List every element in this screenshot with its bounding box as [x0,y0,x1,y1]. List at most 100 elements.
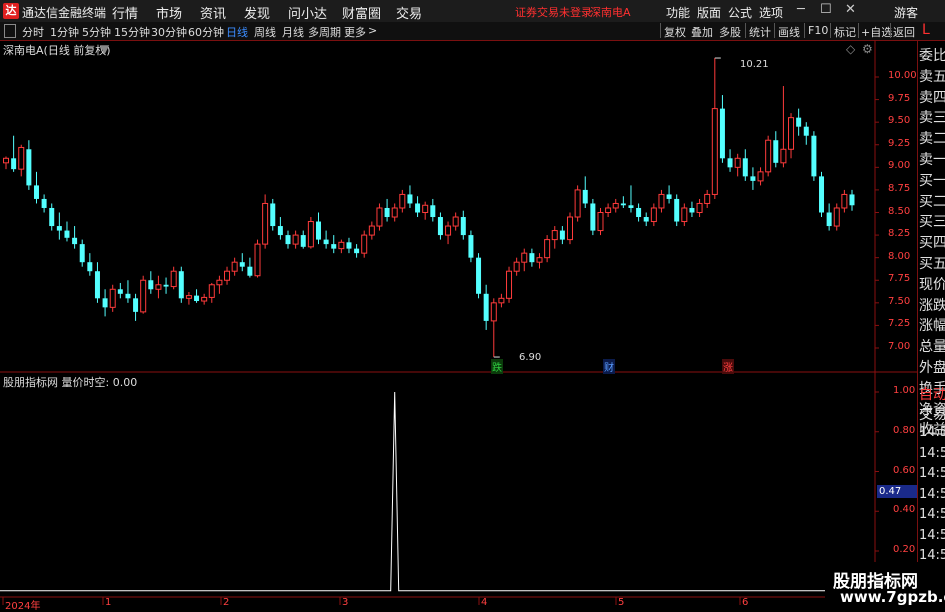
sidebar-item[interactable]: 买三 [919,211,945,231]
period-weekly[interactable]: 周线 [254,24,276,40]
draw-line-button[interactable]: 画线 [778,24,800,40]
sidebar-item[interactable]: 14:56 [919,548,945,563]
menu-ask[interactable]: 问小达 [288,3,327,22]
candle-body [72,237,78,245]
period-monthly[interactable]: 月线 [282,24,304,40]
period-daily[interactable]: 日线 [226,24,248,40]
indicator-tick-label: 0.20 [893,544,916,555]
period-5min[interactable]: 5分钟 [82,24,111,40]
indicator-current-value: 0.47 [877,485,917,498]
adjust-button[interactable]: 复权 [664,24,686,40]
panel-icon[interactable] [4,24,16,38]
guest-label[interactable]: 游客 [894,4,918,21]
period-more[interactable]: 更多 [344,24,366,40]
candle-body [117,289,123,294]
sidebar-item[interactable]: 现价 [919,274,945,294]
event-rise-tag[interactable]: 涨 [722,359,734,374]
candle-body [140,279,147,313]
back-button[interactable]: 返回 [893,24,915,40]
period-multi[interactable]: 多周期 [308,24,341,40]
sidebar-item[interactable]: 卖三 [919,107,945,127]
toolbar-divider [660,23,661,38]
candle-body [559,230,565,240]
indicator-tick-label: 1.00 [893,385,916,396]
close-icon[interactable]: ✕ [845,2,856,17]
sidebar-item[interactable]: 买二 [919,191,945,211]
date-tick-label: 4 [481,597,488,608]
candle-body [178,271,184,299]
candle-body [185,295,192,299]
minimize-icon[interactable]: ─ [797,2,805,17]
sidebar-item[interactable]: 总量 [919,336,945,356]
sidebar-item[interactable]: 外盘 [919,357,945,377]
sidebar-item[interactable]: 卖一 [919,149,945,169]
candle-body [307,221,314,248]
sidebar-item[interactable]: 买五 [919,253,945,273]
indicator-title[interactable]: 股朋指标网 量价时空: 0.00 [3,374,137,390]
price-tick-label: 7.50 [888,295,911,307]
period-30min[interactable]: 30分钟 [151,24,187,40]
candle-body [26,149,32,186]
sidebar-item[interactable]: 14:56 [919,507,945,522]
sidebar-item[interactable]: 14:56 [919,446,945,461]
sidebar-item[interactable]: 14:56 [919,487,945,502]
overlay-button[interactable]: 叠加 [691,24,713,40]
sidebar-item[interactable]: 卖二 [919,128,945,148]
candle-body [551,230,558,241]
add-watchlist-button[interactable]: +自选 [861,24,892,40]
period-tick[interactable]: 分时 [22,24,44,40]
event-fall-tag[interactable]: 跌 [491,359,503,374]
menu-wealth[interactable]: 财富圈 [342,3,381,22]
menu-layout[interactable]: 版面 [697,4,721,21]
maximize-icon[interactable]: ☐ [820,2,832,17]
statistics-button[interactable]: 统计 [749,24,771,40]
chevron-right-icon[interactable]: > [368,24,377,37]
menu-trade[interactable]: 交易 [396,3,422,22]
candle-body [415,203,421,213]
menu-market[interactable]: 市场 [156,3,182,22]
sidebar-item[interactable]: 卖四 [919,87,945,107]
date-tick-label: 3 [342,597,349,608]
sidebar-item[interactable]: 14:56 [919,466,945,481]
sidebar-item[interactable]: 14:56 [919,528,945,543]
sidebar-item[interactable]: 买一 [919,170,945,190]
candle-body [666,194,672,199]
indicator-tick-label: 0.60 [893,464,916,476]
candle-body [422,204,429,213]
sidebar-item[interactable]: 卖五 [919,66,945,86]
sidebar-item[interactable]: 委比 [919,45,945,65]
sidebar-item[interactable]: 14:56 [919,425,945,440]
candle-body [711,108,718,195]
sidebar-item[interactable]: 涨跌 [919,295,945,315]
menu-options[interactable]: 选项 [759,4,783,21]
candle-body [125,293,131,299]
sidebar-item[interactable]: 买四 [919,232,945,252]
sidebar-item[interactable]: 自动 [919,384,945,404]
price-tick-label: 9.25 [888,137,911,149]
multi-stock-button[interactable]: 多股 [719,24,741,40]
candle-body [170,270,177,288]
period-60min[interactable]: 60分钟 [188,24,224,40]
candle-body [704,193,711,204]
period-15min[interactable]: 15分钟 [114,24,150,40]
candle-body [643,217,649,222]
sidebar-item[interactable]: 涨幅 [919,315,945,335]
candle-body [399,193,406,209]
candle-body [346,242,352,249]
menu-news[interactable]: 资讯 [200,3,226,22]
menu-discover[interactable]: 发现 [244,3,270,22]
mark-button[interactable]: 标记 [834,24,856,40]
menu-formula[interactable]: 公式 [728,4,752,21]
candle-body [49,207,55,227]
login-status[interactable]: 证券交易未登录 [515,4,592,20]
menu-quotes[interactable]: 行情 [112,3,138,22]
menu-function[interactable]: 功能 [666,4,690,21]
sidebar-item[interactable]: 交易 [919,404,945,424]
chart-area[interactable] [0,40,917,609]
event-finance-tag[interactable]: 财 [603,359,615,374]
candle-body [696,202,703,213]
f10-button[interactable]: F10 [808,24,828,37]
period-1min[interactable]: 1分钟 [50,24,79,40]
candle-body [826,212,832,227]
candle-body [208,284,215,298]
